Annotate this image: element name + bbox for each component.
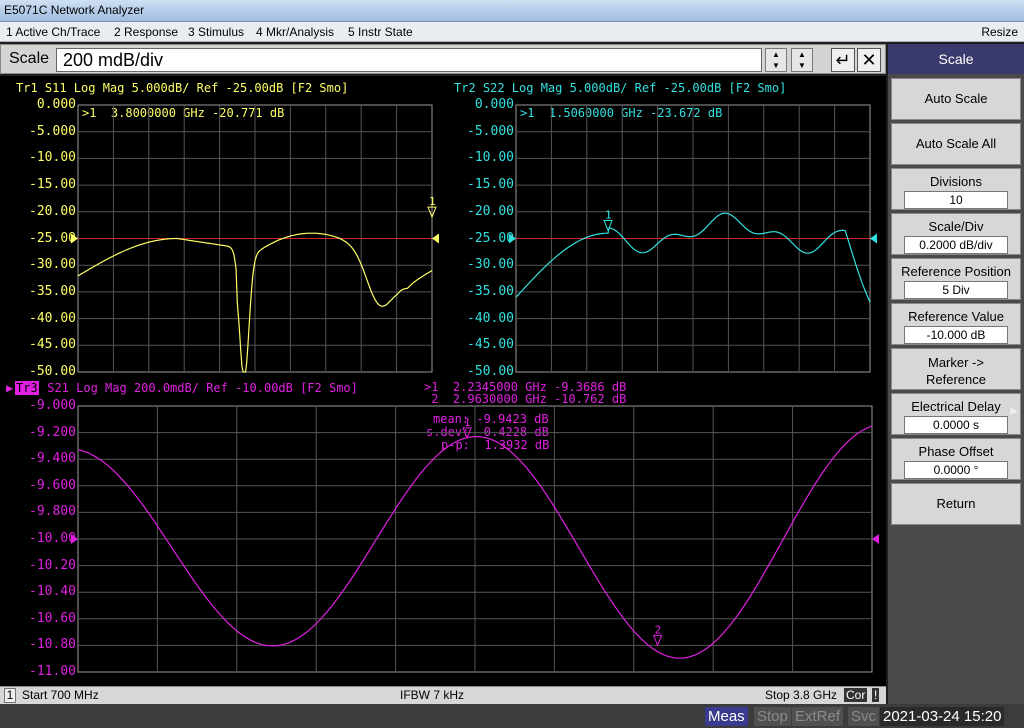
plot-canvas[interactable]: 1 1 1 2 (0, 76, 886, 686)
ref-position-button[interactable]: Reference Position 5 Div (891, 258, 1021, 300)
tr3-marker-2-icon (652, 634, 663, 647)
close-entry-button[interactable]: ✕ (857, 48, 881, 72)
auto-scale-all-button[interactable]: Auto Scale All (891, 123, 1021, 165)
ifbw-value[interactable]: IFBW 7 kHz (400, 688, 464, 702)
auto-scale-button[interactable]: Auto Scale (891, 78, 1021, 120)
menu-mkr-analysis[interactable]: 4 Mkr/Analysis (256, 25, 334, 39)
phase-offset-label: Phase Offset (918, 444, 994, 459)
ref-value-value[interactable]: -10.000 dB (904, 326, 1008, 344)
divisions-label: Divisions (929, 174, 982, 189)
phase-offset-value[interactable]: 0.0000 ° (904, 461, 1008, 479)
channel-indicator[interactable]: 1 (4, 688, 16, 703)
submenu-arrow-icon: ▶ (1010, 406, 1018, 417)
meas-indicator[interactable]: Meas (705, 707, 748, 726)
marker-ref-line1: Marker -> (928, 355, 984, 370)
spin-step-button[interactable]: ▲ ▼ (791, 48, 813, 72)
stop-frequency[interactable]: Stop 3.8 GHz (765, 688, 837, 702)
tr2-marker-1-icon-label: 1 (605, 208, 612, 221)
entry-bar: Scale 200 mdB/div ▲ ▼ ▲ ▼ ↵ ✕ (0, 44, 886, 74)
ref-value-label: Reference Value (908, 309, 1004, 324)
extref-indicator[interactable]: ExtRef (792, 707, 844, 726)
svc-indicator[interactable]: Svc (848, 707, 880, 726)
tr3-marker-1-icon-label: 1 (464, 416, 471, 429)
tr1-ref-marker-left (71, 233, 78, 244)
menu-instr-state[interactable]: 5 Instr State (348, 25, 413, 39)
scale-div-label: Scale/Div (928, 219, 984, 234)
marker-to-reference-button[interactable]: Marker -> Reference (891, 348, 1021, 390)
scale-div-button[interactable]: Scale/Div 0.2000 dB/div (891, 213, 1021, 255)
stop-indicator[interactable]: Stop (754, 707, 791, 726)
correction-badge: Cor (844, 688, 868, 702)
tr3-marker-2-icon-label: 2 (655, 623, 662, 636)
phase-offset-button[interactable]: Phase Offset 0.0000 ° (891, 438, 1021, 480)
tr3-ref-marker-left (71, 534, 78, 544)
softkey-title: Scale (888, 44, 1024, 74)
ref-position-label: Reference Position (901, 264, 1011, 279)
entry-value-field[interactable]: 200 mdB/div (56, 48, 762, 72)
electrical-delay-label: Electrical Delay (911, 399, 1001, 414)
return-button[interactable]: Return (891, 483, 1021, 525)
scale-div-value[interactable]: 0.2000 dB/div (904, 236, 1008, 254)
menu-resize[interactable]: Resize (981, 25, 1018, 39)
menu-bar: 1 Active Ch/Trace 2 Response 3 Stimulus … (0, 22, 1024, 42)
tr2-ref-marker-left (509, 233, 516, 244)
start-frequency[interactable]: Start 700 MHz (22, 688, 99, 702)
electrical-delay-button[interactable]: Electrical Delay 0.0000 s ▶ (891, 393, 1021, 435)
spin-up-down-button[interactable]: ▲ ▼ (765, 48, 787, 72)
window-title: E5071C Network Analyzer (4, 3, 145, 17)
tr3-ref-marker-right (872, 534, 879, 544)
task-bar: Meas Stop ExtRef Svc 2021-03-24 15:20 (0, 704, 1024, 728)
enter-button[interactable]: ↵ (831, 48, 855, 72)
tr2-ref-marker-right (870, 233, 877, 244)
tr1-ref-marker-right (432, 233, 439, 244)
status-bar: 1 Start 700 MHz IFBW 7 kHz Stop 3.8 GHz … (0, 686, 886, 704)
tr2-marker-1-icon (603, 219, 613, 232)
menu-response[interactable]: 2 Response (114, 25, 178, 39)
marker-ref-line2: Reference (926, 372, 986, 387)
warning-badge: ! (872, 688, 880, 702)
electrical-delay-value[interactable]: 0.0000 s (904, 416, 1008, 434)
entry-label: Scale (9, 50, 50, 67)
divisions-button[interactable]: Divisions 10 (891, 168, 1021, 210)
tr1-marker-1-icon-label: 1 (429, 195, 436, 208)
ref-position-value[interactable]: 5 Div (904, 281, 1008, 299)
title-bar: E5071C Network Analyzer (0, 0, 1024, 22)
ref-value-button[interactable]: Reference Value -10.000 dB (891, 303, 1021, 345)
menu-stimulus[interactable]: 3 Stimulus (188, 25, 244, 39)
softkey-panel: Scale Auto Scale Auto Scale All Division… (888, 44, 1024, 704)
menu-active-ch-trace[interactable]: 1 Active Ch/Trace (6, 25, 100, 39)
plot-area: Tr1 S11 Log Mag 5.000dB/ Ref -25.00dB [F… (0, 76, 886, 686)
clock: 2021-03-24 15:20 (880, 707, 1005, 726)
divisions-value[interactable]: 10 (904, 191, 1008, 209)
